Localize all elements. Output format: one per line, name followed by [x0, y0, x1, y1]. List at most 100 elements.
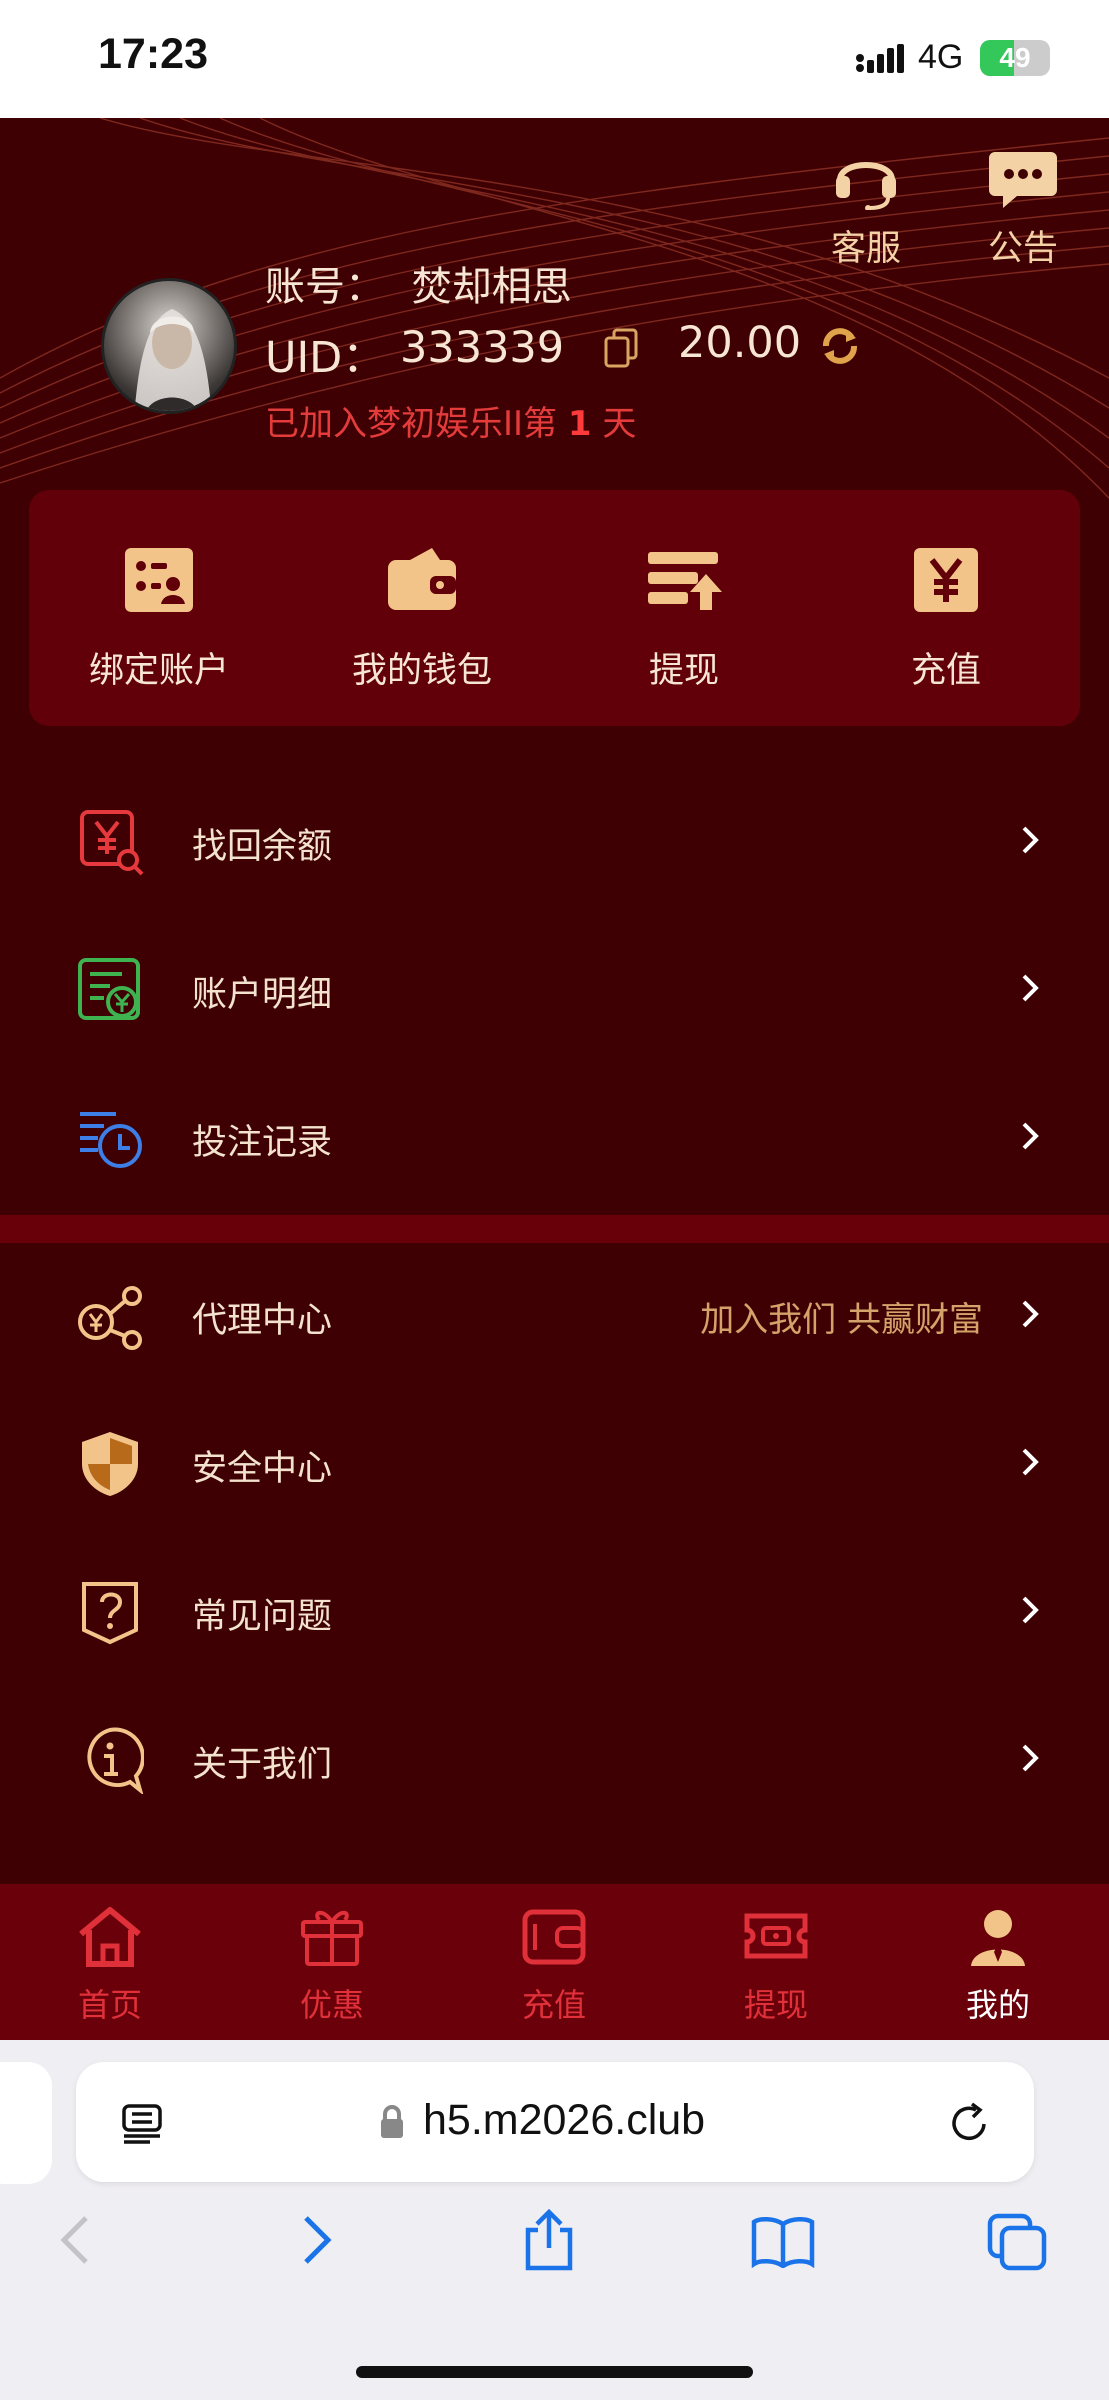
- joined-days-text: 已加入梦初娱乐II第 1 天: [265, 396, 636, 445]
- quick-action-wallet[interactable]: 我的钱包: [322, 546, 522, 693]
- gift-icon: [301, 1910, 363, 1966]
- menu-item-about-us[interactable]: 关于我们: [0, 1686, 1109, 1834]
- quick-action-label: 提现: [648, 651, 719, 691]
- status-time: 17:23: [98, 30, 208, 78]
- bookmarks-icon[interactable]: [750, 2216, 816, 2268]
- section-divider: [0, 1215, 1109, 1243]
- menu-item-label: 常见问题: [192, 1597, 333, 1637]
- share-icon[interactable]: [522, 2208, 576, 2272]
- chevron-right-icon: [1022, 1596, 1039, 1624]
- menu-item-label: 安全中心: [192, 1449, 333, 1489]
- joined-prefix: 已加入梦初娱乐II第: [265, 404, 558, 444]
- previous-tab-preview[interactable]: [0, 2062, 52, 2184]
- tab-label: 我的: [965, 1986, 1030, 2024]
- tab-withdraw[interactable]: 提现: [706, 1904, 846, 2026]
- tab-home[interactable]: 首页: [40, 1904, 180, 2026]
- chevron-right-icon: [1022, 1122, 1039, 1150]
- tab-recharge[interactable]: 充值: [484, 1904, 624, 2026]
- support-button[interactable]: 客服: [821, 146, 911, 271]
- menu-item-faq[interactable]: 常见问题: [0, 1538, 1109, 1686]
- chat-bubble-icon: [989, 152, 1057, 208]
- chevron-right-icon: [1022, 1300, 1039, 1328]
- signal-icon: [856, 44, 904, 73]
- menu-item-account-details[interactable]: 账户明细: [0, 916, 1109, 1064]
- tabs-icon[interactable]: [986, 2212, 1048, 2272]
- balance-value: 20.00: [678, 318, 802, 368]
- tab-label: 优惠: [299, 1986, 364, 2024]
- bind-account-icon: [125, 548, 193, 612]
- joined-days: 1: [567, 404, 592, 444]
- status-bar: 17:23 4G 49: [0, 0, 1109, 118]
- tab-label: 提现: [743, 1986, 808, 2024]
- chevron-right-icon: [1022, 974, 1039, 1002]
- app-screen: 客服 公告 账号： 焚却相思 UID： 333339 20.00 已加入梦初娱乐…: [0, 118, 1109, 2040]
- menu-item-label: 关于我们: [192, 1745, 333, 1785]
- home-indicator: [356, 2366, 753, 2378]
- battery-level: 49: [999, 42, 1031, 73]
- account-details-icon: [78, 958, 140, 1020]
- security-shield-icon: [82, 1432, 138, 1496]
- reader-mode-icon[interactable]: [120, 2102, 164, 2146]
- chevron-right-icon: [1022, 1744, 1039, 1772]
- network-type: 4G: [918, 38, 964, 76]
- support-label: 客服: [830, 229, 901, 269]
- menu-item-bet-record[interactable]: 投注记录: [0, 1064, 1109, 1212]
- tab-mine[interactable]: 我的: [928, 1904, 1068, 2026]
- chevron-right-icon: [1022, 826, 1039, 854]
- faq-icon: [82, 1582, 138, 1645]
- address-bar[interactable]: h5.m2026.club: [76, 2062, 1034, 2182]
- avatar-portrait: [134, 309, 212, 411]
- withdraw-icon: [648, 552, 722, 610]
- home-icon: [79, 1907, 141, 1967]
- agent-slogan: 加入我们 共赢财富: [700, 1300, 983, 1340]
- wallet-icon: [388, 548, 456, 610]
- notice-button[interactable]: 公告: [978, 146, 1068, 271]
- uid-label: UID：: [265, 333, 386, 383]
- reload-icon[interactable]: [946, 2098, 994, 2146]
- account-row: 账号： 焚却相思: [265, 254, 572, 312]
- menu-item-label: 账户明细: [192, 975, 333, 1015]
- refresh-icon[interactable]: [818, 326, 862, 366]
- back-icon[interactable]: [60, 2214, 90, 2266]
- battery-icon: 49: [980, 40, 1050, 76]
- withdraw-ticket-icon: [744, 1913, 808, 1959]
- quick-action-recharge[interactable]: 充值: [846, 546, 1046, 693]
- quick-action-withdraw[interactable]: 提现: [584, 546, 784, 693]
- chevron-right-icon: [1022, 1448, 1039, 1476]
- avatar[interactable]: [101, 278, 237, 414]
- forward-icon[interactable]: [302, 2214, 332, 2266]
- notice-label: 公告: [987, 229, 1058, 269]
- copy-icon[interactable]: [604, 328, 638, 368]
- menu-item-label: 投注记录: [192, 1123, 333, 1163]
- lock-icon: [381, 2105, 403, 2138]
- tab-label: 首页: [77, 1986, 142, 2024]
- recharge-icon: [914, 548, 978, 612]
- menu-item-label: 代理中心: [192, 1301, 333, 1341]
- recharge-card-icon: [522, 1909, 586, 1965]
- quick-action-label: 绑定账户: [88, 651, 229, 691]
- url-text: h5.m2026.club: [423, 2096, 706, 2144]
- recover-balance-icon: [80, 810, 144, 876]
- tab-label: 充值: [521, 1986, 586, 2024]
- quick-action-label: 我的钱包: [351, 651, 492, 691]
- menu-item-recover-balance[interactable]: 找回余额: [0, 768, 1109, 916]
- joined-suffix: 天: [602, 404, 637, 444]
- profile-header: 客服 公告 账号： 焚却相思 UID： 333339 20.00 已加入梦初娱乐…: [0, 118, 1109, 538]
- agent-center-icon: [78, 1286, 142, 1350]
- tab-promotions[interactable]: 优惠: [262, 1904, 402, 2026]
- browser-chrome: h5.m2026.club: [0, 2040, 1109, 2400]
- headset-icon: [836, 162, 896, 211]
- user-icon: [971, 1910, 1025, 1966]
- bottom-tab-bar: 首页 优惠 充值 提现 我的: [0, 1884, 1109, 2040]
- quick-action-bind-account[interactable]: 绑定账户: [59, 546, 259, 693]
- menu-item-agent-center[interactable]: 代理中心 加入我们 共赢财富: [0, 1242, 1109, 1390]
- menu-item-security-center[interactable]: 安全中心: [0, 1390, 1109, 1538]
- bet-record-icon: [80, 1112, 142, 1168]
- account-label: 账号：: [265, 264, 385, 310]
- uid-value: 333339: [400, 323, 565, 373]
- account-name: 焚却相思: [411, 264, 572, 310]
- menu-item-label: 找回余额: [192, 827, 333, 867]
- about-info-icon: [87, 1727, 144, 1794]
- quick-action-label: 充值: [910, 651, 981, 691]
- quick-actions-card: 绑定账户 我的钱包 提现 充值: [29, 490, 1080, 726]
